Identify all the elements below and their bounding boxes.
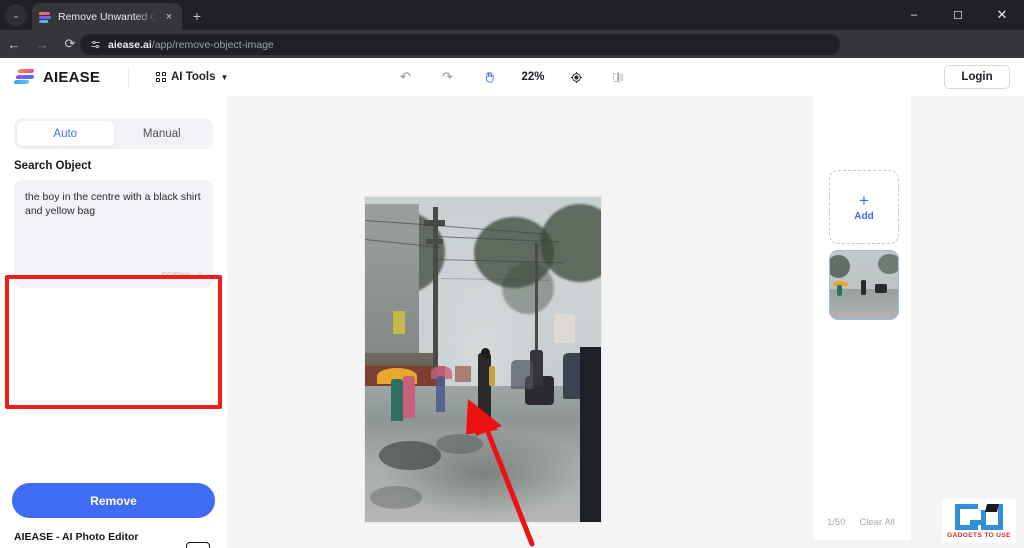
tab-search-chevron-icon[interactable]: ⌄: [5, 4, 27, 26]
photo-tree: [501, 262, 554, 314]
photo-target-head: [480, 348, 491, 358]
photo-person: [402, 375, 415, 418]
photo-person: [435, 375, 446, 412]
hand-tool-icon[interactable]: [479, 67, 499, 87]
photo-pole-crossarm: [426, 239, 443, 244]
tab-title: Remove Unwanted Objects fro: [58, 10, 156, 23]
phone-body: AIEASE: [186, 542, 210, 548]
editor-canvas[interactable]: [227, 96, 813, 547]
app-promo: AIEASE - AI Photo Editor  Download on t…: [0, 520, 227, 548]
gadgets-to-use-logo-icon: [955, 503, 1003, 530]
left-sidebar: Auto Manual Search Object the boy in the…: [0, 96, 227, 520]
remove-button[interactable]: Remove: [12, 483, 215, 518]
thumb-tree: [877, 253, 898, 275]
brand-logo[interactable]: AIEASE: [13, 68, 101, 86]
search-object-label: Search Object: [14, 160, 92, 172]
address-path: /app/remove-object-image: [151, 38, 274, 51]
brand-name: AIEASE: [43, 68, 101, 86]
mode-tabs: Auto Manual: [14, 118, 213, 149]
address-domain: aiease.ai: [108, 38, 152, 51]
photo-signboard: [393, 310, 406, 334]
login-button[interactable]: Login: [944, 65, 1010, 89]
annotation-highlight-box: [5, 275, 222, 409]
app-header: AIEASE AI Tools ▼ ↶ ↷ 22% Login: [0, 58, 1024, 96]
photo-pothole: [379, 440, 441, 470]
header-divider: [128, 67, 129, 87]
tab-favicon-icon: [38, 10, 52, 24]
photo-signboard: [553, 314, 576, 344]
close-icon[interactable]: ×: [162, 10, 176, 24]
input-meta: 55/500 ×: [162, 270, 203, 281]
promo-title: AIEASE - AI Photo Editor: [14, 531, 139, 543]
address-bar[interactable]: aiease.ai/app/remove-object-image: [80, 34, 840, 55]
canvas-toolbar: ↶ ↷ 22%: [0, 58, 1024, 96]
address-bar-url: aiease.ai/app/remove-object-image: [108, 39, 274, 51]
zoom-level-label[interactable]: 22%: [521, 67, 544, 87]
browser-tab-strip: ⌄ Remove Unwanted Objects fro × + – ☐ ✕: [0, 0, 1024, 30]
canvas-photo[interactable]: [365, 197, 601, 522]
image-thumbnail[interactable]: [829, 250, 899, 320]
new-tab-button[interactable]: +: [188, 7, 206, 25]
photo-target-yellow-bag: [488, 366, 496, 386]
watermark-text: GADGETS TO USE: [947, 531, 1011, 539]
forward-icon[interactable]: →: [28, 30, 56, 58]
thumb-motorbike: [874, 283, 888, 294]
image-count: 1/50: [827, 517, 846, 528]
browser-tab[interactable]: Remove Unwanted Objects fro ×: [32, 3, 182, 30]
photo-distant-vehicle: [454, 366, 472, 383]
watermark: GADGETS TO USE: [942, 499, 1016, 543]
char-counter: 55/500: [161, 270, 190, 281]
photo-foreground-vehicle: [579, 346, 601, 522]
site-settings-icon[interactable]: [90, 39, 101, 50]
photo-utility-pole: [433, 206, 439, 376]
chevron-down-icon: ▼: [220, 72, 229, 82]
maximize-icon[interactable]: ☐: [936, 0, 980, 30]
ai-tools-label: AI Tools: [171, 71, 216, 83]
redo-icon[interactable]: ↷: [437, 67, 457, 87]
right-sidebar: + Add 1/50 Clear All: [813, 96, 911, 540]
search-object-value: the boy in the centre with a black shirt…: [25, 191, 201, 218]
web-app: AIEASE AI Tools ▼ ↶ ↷ 22% Login Auto Man…: [0, 58, 1024, 548]
photo-target-person: [478, 353, 492, 418]
browser-toolbar: ← → ⟳ aiease.ai/app/remove-object-image: [0, 30, 1024, 85]
tab-auto[interactable]: Auto: [17, 121, 114, 146]
search-object-input[interactable]: the boy in the centre with a black shirt…: [14, 180, 213, 288]
thumb-target-person: [861, 279, 867, 295]
tab-manual[interactable]: Manual: [114, 121, 211, 146]
undo-icon[interactable]: ↶: [395, 67, 415, 87]
screen: ⌄ Remove Unwanted Objects fro × + – ☐ ✕ …: [0, 0, 1024, 548]
plus-icon: +: [859, 191, 869, 210]
photo-person: [390, 379, 403, 422]
aiease-logo-icon: [13, 68, 36, 86]
add-label: Add: [854, 211, 874, 222]
promo-phone-illustration: AIEASE: [180, 542, 222, 548]
add-image-button[interactable]: + Add: [829, 170, 899, 244]
thumb-person: [836, 285, 843, 296]
window-controls: – ☐ ✕: [892, 0, 1024, 30]
grid-icon: [156, 72, 166, 82]
minimize-icon[interactable]: –: [892, 0, 936, 30]
photo-vehicle: [511, 359, 533, 389]
photo-pothole: [435, 434, 483, 454]
center-target-icon[interactable]: [567, 67, 587, 87]
photo-pothole: [369, 486, 422, 509]
clear-all-button[interactable]: Clear All: [860, 517, 895, 528]
compare-icon[interactable]: [609, 67, 629, 87]
clear-input-icon[interactable]: ×: [197, 270, 203, 281]
window-close-icon[interactable]: ✕: [980, 0, 1024, 30]
ai-tools-menu[interactable]: AI Tools ▼: [156, 71, 228, 83]
back-icon[interactable]: ←: [0, 30, 28, 58]
right-panel-footer: 1/50 Clear All: [813, 517, 911, 528]
